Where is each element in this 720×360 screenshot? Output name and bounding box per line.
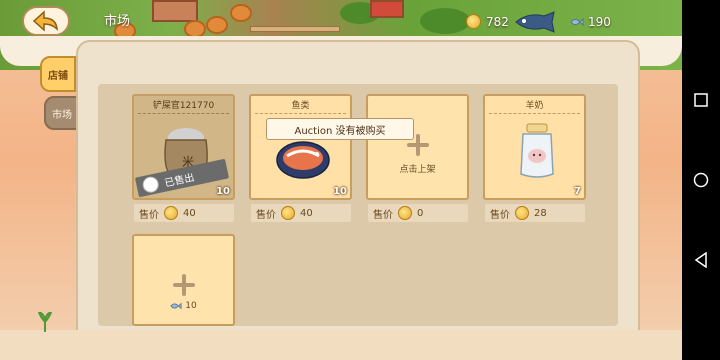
- coin-balance: 782: [466, 14, 509, 29]
- coin-icon: [515, 206, 529, 220]
- slot-1-price: 售价 40: [134, 204, 234, 222]
- back-system-button[interactable]: [692, 251, 710, 269]
- divider: [255, 113, 346, 114]
- milk-jar-icon: [520, 123, 554, 178]
- coin-icon: [398, 206, 412, 220]
- toast-message: Auction 没有被购买: [266, 118, 414, 140]
- slot-quantity: 7: [574, 186, 581, 197]
- price-value: 28: [534, 207, 547, 219]
- price-value: 0: [417, 207, 424, 219]
- plus-icon: [172, 274, 195, 296]
- slot-quantity: 10: [216, 186, 230, 197]
- price-value: 40: [300, 207, 313, 219]
- ground-decor: [0, 330, 682, 360]
- coin-value: 782: [486, 14, 509, 29]
- shop-slot-unlock[interactable]: 10: [132, 234, 235, 326]
- fish-value: 190: [588, 15, 611, 29]
- pumpkin-decor: [206, 16, 228, 34]
- shop-slot-1[interactable]: 铲屎官121770 米 已售出 10: [132, 94, 235, 200]
- slot-quantity: 10: [333, 186, 347, 197]
- tab-shop-label: 店铺: [48, 70, 68, 82]
- fish-platter-icon: [276, 141, 330, 179]
- bush-decor: [420, 8, 470, 34]
- recents-button[interactable]: [692, 91, 710, 109]
- home-button[interactable]: [692, 171, 710, 189]
- sprout-icon: [38, 312, 52, 332]
- unlock-cost-value: 10: [185, 301, 197, 311]
- back-arrow-icon: [32, 10, 58, 32]
- sold-status: 已售出: [163, 172, 196, 190]
- fish-icon: [170, 302, 182, 310]
- cat-avatar-icon: [141, 175, 161, 195]
- shop-slot-4[interactable]: 羊奶 7: [483, 94, 586, 200]
- fish-balance: 190: [514, 10, 611, 34]
- triangle-back-icon: [694, 252, 707, 268]
- tab-shop[interactable]: 店铺: [40, 56, 76, 92]
- game-viewport: 市场 782 190 店铺 市场 铲屎官121770 米 已售出 10 售价 4…: [0, 0, 682, 360]
- unlock-cost: 10: [134, 300, 233, 312]
- slot-item-name: 羊奶: [525, 101, 544, 111]
- back-button[interactable]: [22, 6, 70, 36]
- pumpkin-decor: [230, 4, 252, 22]
- coin-icon: [281, 206, 295, 220]
- fish-icon: [570, 18, 584, 26]
- barn-decor: [152, 0, 198, 22]
- slot-item-name: 鱼类: [291, 101, 310, 111]
- price-label: 售价: [256, 209, 276, 221]
- price-label: 售价: [373, 209, 393, 221]
- circle-icon: [693, 172, 709, 188]
- coin-icon: [164, 206, 178, 220]
- coin-icon: [466, 14, 481, 29]
- system-nav-bar: [682, 0, 720, 360]
- fish-flag-icon: [515, 11, 555, 33]
- tab-market-label: 市场: [52, 109, 72, 121]
- slot-2-price: 售价 40: [251, 204, 351, 222]
- shop-slot-3[interactable]: 点击上架: [366, 94, 469, 200]
- square-icon: [694, 93, 708, 107]
- fence-decor: [250, 26, 340, 32]
- tab-market[interactable]: 市场: [44, 96, 80, 130]
- divider: [489, 113, 580, 114]
- list-item-button-label: 点击上架: [399, 165, 436, 175]
- shop-slot-2[interactable]: 鱼类 10: [249, 94, 352, 200]
- page-title: 市场: [104, 14, 131, 29]
- price-label: 售价: [490, 209, 510, 221]
- flower-decor: [370, 0, 404, 18]
- price-value: 40: [183, 207, 196, 219]
- slot-3-price: 售价 0: [368, 204, 468, 222]
- slot-4-price: 售价 28: [485, 204, 585, 222]
- price-label: 售价: [139, 209, 159, 221]
